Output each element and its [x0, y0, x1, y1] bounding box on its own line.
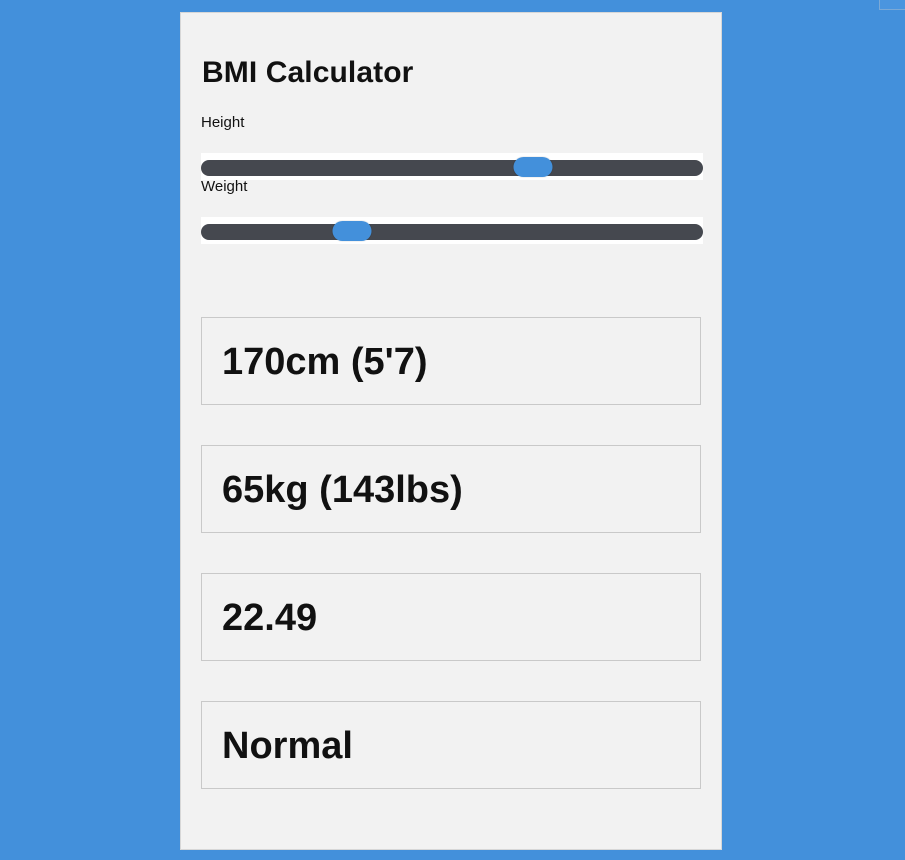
height-slider-track[interactable] [201, 157, 703, 177]
weight-slider-thumb[interactable] [332, 221, 372, 241]
bmi-category-box: Normal [201, 701, 701, 789]
height-slider-thumb[interactable] [513, 157, 553, 177]
bmi-result-box: 22.49 [201, 573, 701, 661]
height-result-value: 170cm (5'7) [222, 341, 428, 383]
height-result-box: 170cm (5'7) [201, 317, 701, 405]
window-corner [879, 0, 905, 10]
weight-slider-track[interactable] [201, 221, 703, 241]
height-slider-lane [201, 153, 703, 180]
weight-result-box: 65kg (143lbs) [201, 445, 701, 533]
bmi-calculator-panel: BMI Calculator Height Weight 170cm (5'7)… [180, 12, 722, 850]
weight-result-value: 65kg (143lbs) [222, 469, 463, 511]
weight-slider-lane [201, 217, 703, 244]
weight-label: Weight [201, 178, 248, 195]
page-title: BMI Calculator [202, 56, 414, 89]
bmi-category-value: Normal [222, 725, 353, 767]
bmi-result-value: 22.49 [222, 597, 318, 639]
height-label: Height [201, 114, 245, 131]
